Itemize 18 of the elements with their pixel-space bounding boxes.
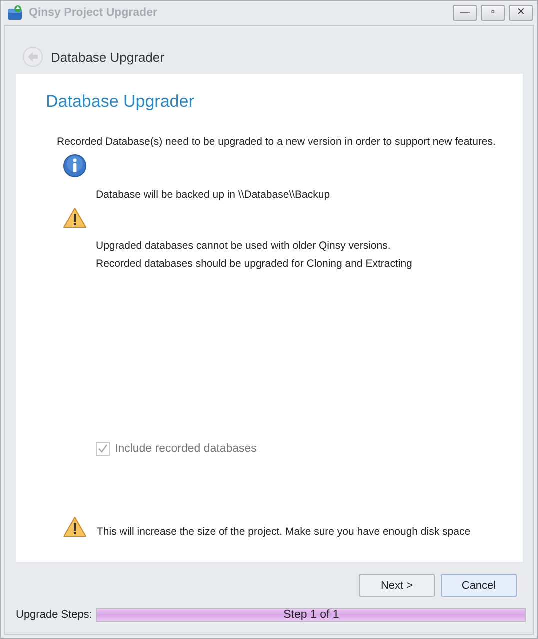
app-icon: [7, 5, 23, 21]
minimize-button[interactable]: —: [453, 5, 477, 21]
arrow-icon: [28, 52, 38, 62]
window-title: Qinsy Project Upgrader: [29, 7, 158, 19]
page-title: Database Upgrader: [51, 50, 164, 64]
steps-label: Upgrade Steps:: [16, 609, 92, 621]
step-text: Step 1 of 1: [282, 609, 340, 621]
close-button[interactable]: ✕: [509, 5, 533, 21]
panel-heading: Database Upgrader: [46, 92, 196, 112]
message-text: Recorded databases should be upgraded for Cloning and Extracting: [96, 258, 414, 270]
message-text: Upgraded databases cannot be used with older Qinsy versions.: [96, 240, 392, 252]
message-text: Database will be backed up in \\Database\\Backup: [96, 189, 332, 201]
intro-text: Recorded Database(s) need to be upgraded to a new version in order to support new features.: [57, 136, 497, 148]
next-button[interactable]: Next >: [359, 574, 435, 597]
check-icon: [98, 444, 108, 454]
cancel-button[interactable]: Cancel: [441, 574, 517, 597]
disk-space-warning: This will increase the size of the project. Make sure you have enough disk space: [97, 526, 471, 538]
maximize-button[interactable]: ▫: [481, 5, 505, 21]
